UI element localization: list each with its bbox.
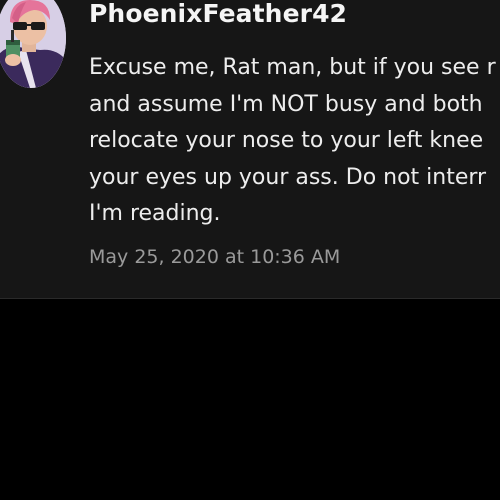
comment-text-line: and assume I'm NOT busy and both <box>89 91 483 117</box>
comment-text-line: your eyes up your ass. Do not interr <box>89 164 487 190</box>
comment-text-line: relocate your nose to your left knee <box>89 128 484 153</box>
comment-text: Excuse me, Rat man, but if you see r and… <box>89 50 500 233</box>
comment-card: PhoenixFeather42 Excuse me, Rat man, but… <box>0 0 500 299</box>
avatar[interactable] <box>0 0 66 88</box>
comment-text-line: I'm reading. <box>89 201 221 226</box>
avatar-illustration-icon <box>0 0 66 88</box>
comment-text-line: Excuse me, Rat man, but if you see r <box>89 55 496 80</box>
comment-username[interactable]: PhoenixFeather42 <box>89 0 347 28</box>
empty-background <box>0 299 500 500</box>
comment-timestamp: May 25, 2020 at 10:36 AM <box>89 246 341 268</box>
